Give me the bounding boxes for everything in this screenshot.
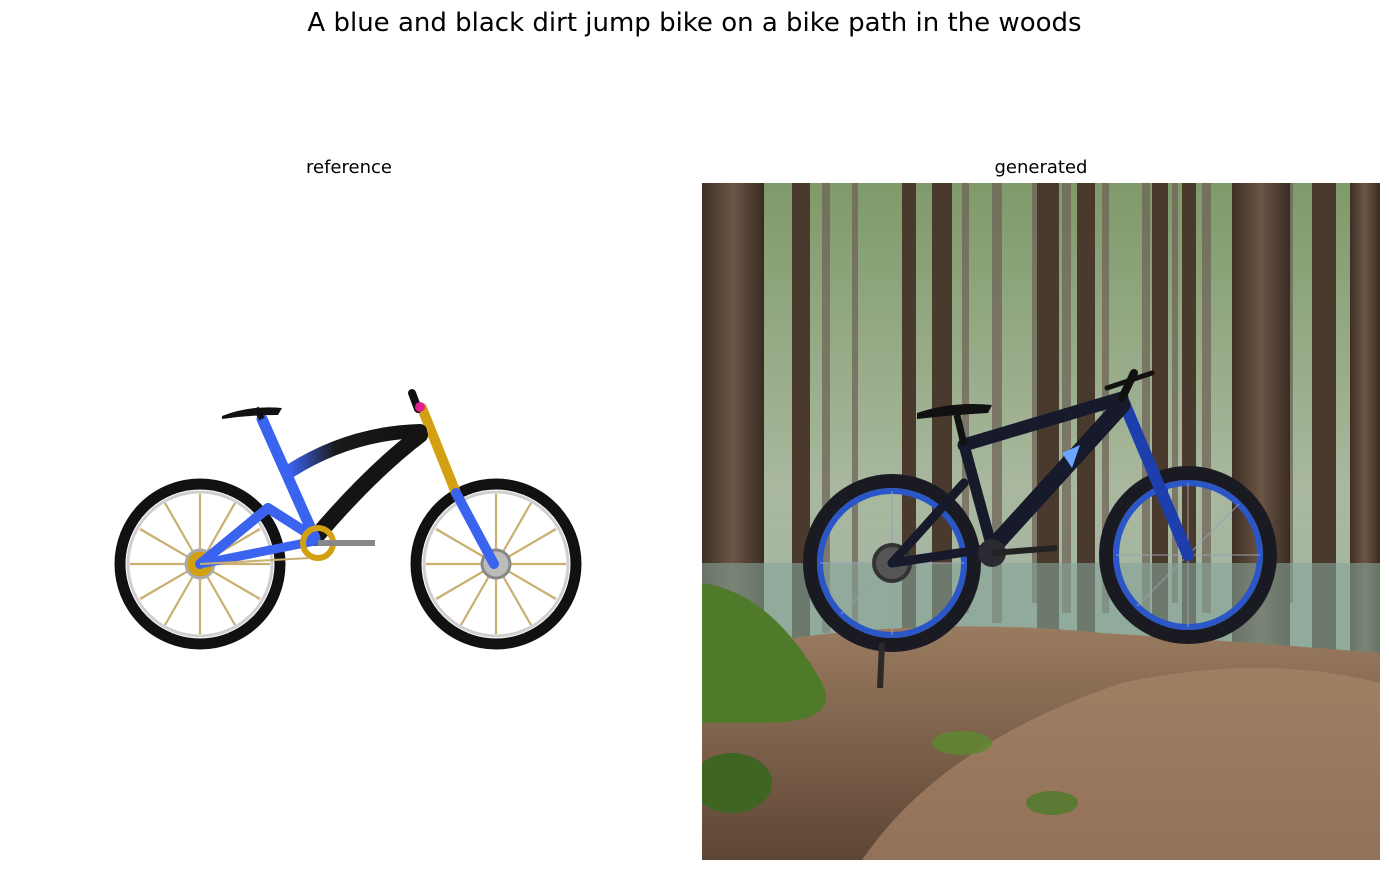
generated-forest-photo [702, 183, 1380, 860]
generated-panel-title: generated [994, 157, 1088, 178]
reference-panel-title: reference [306, 157, 392, 178]
generated-image [702, 183, 1380, 860]
reference-bike-illustration [114, 389, 582, 650]
figure-title: A blue and black dirt jump bike on a bik… [307, 8, 1082, 38]
reference-image [10, 183, 688, 860]
